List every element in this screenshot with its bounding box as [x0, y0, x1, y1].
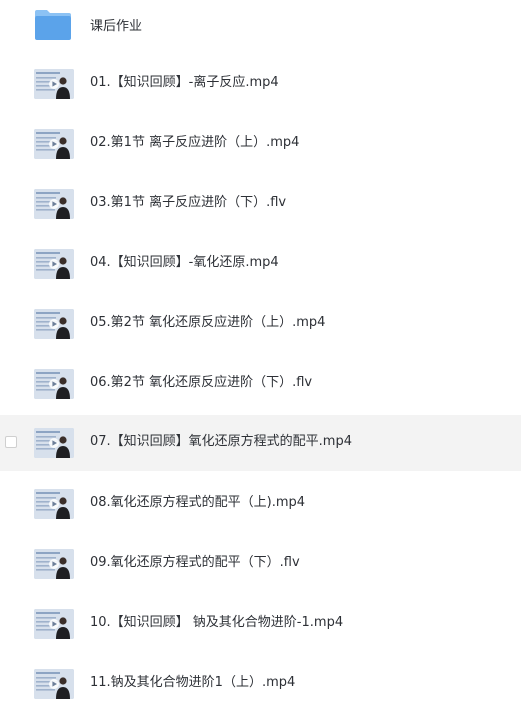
file-name: 05.第2节 氧化还原反应进阶（上）.mp4 [90, 315, 326, 330]
list-item-video[interactable]: 08.氧化还原方程式的配平（上).mp4 [0, 476, 521, 532]
file-name: 课后作业 [90, 19, 143, 34]
video-thumbnail-icon [34, 249, 74, 279]
video-thumbnail-icon [34, 609, 74, 639]
list-item-video[interactable]: 11.钠及其化合物进阶1（上）.mp4 [0, 656, 521, 712]
video-thumbnail-icon [34, 489, 74, 519]
list-item-folder[interactable]: 课后作业 [0, 0, 521, 56]
list-item-video[interactable]: 01.【知识回顾】-离子反应.mp4 [0, 56, 521, 112]
video-thumbnail-icon [34, 549, 74, 579]
file-name: 03.第1节 离子反应进阶（下）.flv [90, 195, 287, 210]
video-thumbnail-icon [34, 369, 74, 399]
file-name: 08.氧化还原方程式的配平（上).mp4 [90, 495, 306, 510]
folder-icon [34, 8, 72, 40]
file-name: 11.钠及其化合物进阶1（上）.mp4 [90, 675, 296, 690]
file-name: 10.【知识回顾】 钠及其化合物进阶-1.mp4 [90, 615, 344, 630]
list-item-video[interactable]: 06.第2节 氧化还原反应进阶（下）.flv [0, 356, 521, 412]
file-name: 02.第1节 离子反应进阶（上）.mp4 [90, 135, 300, 150]
file-name: 07.【知识回顾】氧化还原方程式的配平.mp4 [90, 434, 352, 449]
video-thumbnail-icon [34, 428, 74, 458]
list-item-video[interactable]: 10.【知识回顾】 钠及其化合物进阶-1.mp4 [0, 596, 521, 652]
list-item-video[interactable]: 02.第1节 离子反应进阶（上）.mp4 [0, 116, 521, 172]
video-thumbnail-icon [34, 669, 74, 699]
video-thumbnail-icon [34, 129, 74, 159]
video-thumbnail-icon [34, 309, 74, 339]
list-item-video[interactable]: 09.氧化还原方程式的配平（下）.flv [0, 536, 521, 592]
file-name: 04.【知识回顾】-氧化还原.mp4 [90, 255, 279, 270]
file-list: 课后作业 01.【知识回顾】-离子反应.mp4 02.第1节 离子反应进阶（上）… [0, 0, 521, 709]
list-item-video[interactable]: 03.第1节 离子反应进阶（下）.flv [0, 176, 521, 232]
file-name: 09.氧化还原方程式的配平（下）.flv [90, 555, 300, 570]
list-item-video-hovered[interactable]: 07.【知识回顾】氧化还原方程式的配平.mp4 [0, 415, 521, 471]
select-checkbox[interactable] [5, 436, 17, 448]
list-item-video[interactable]: 04.【知识回顾】-氧化还原.mp4 [0, 236, 521, 292]
video-thumbnail-icon [34, 69, 74, 99]
video-thumbnail-icon [34, 189, 74, 219]
list-item-video[interactable]: 05.第2节 氧化还原反应进阶（上）.mp4 [0, 296, 521, 352]
file-name: 06.第2节 氧化还原反应进阶（下）.flv [90, 375, 313, 390]
file-name: 01.【知识回顾】-离子反应.mp4 [90, 75, 279, 90]
